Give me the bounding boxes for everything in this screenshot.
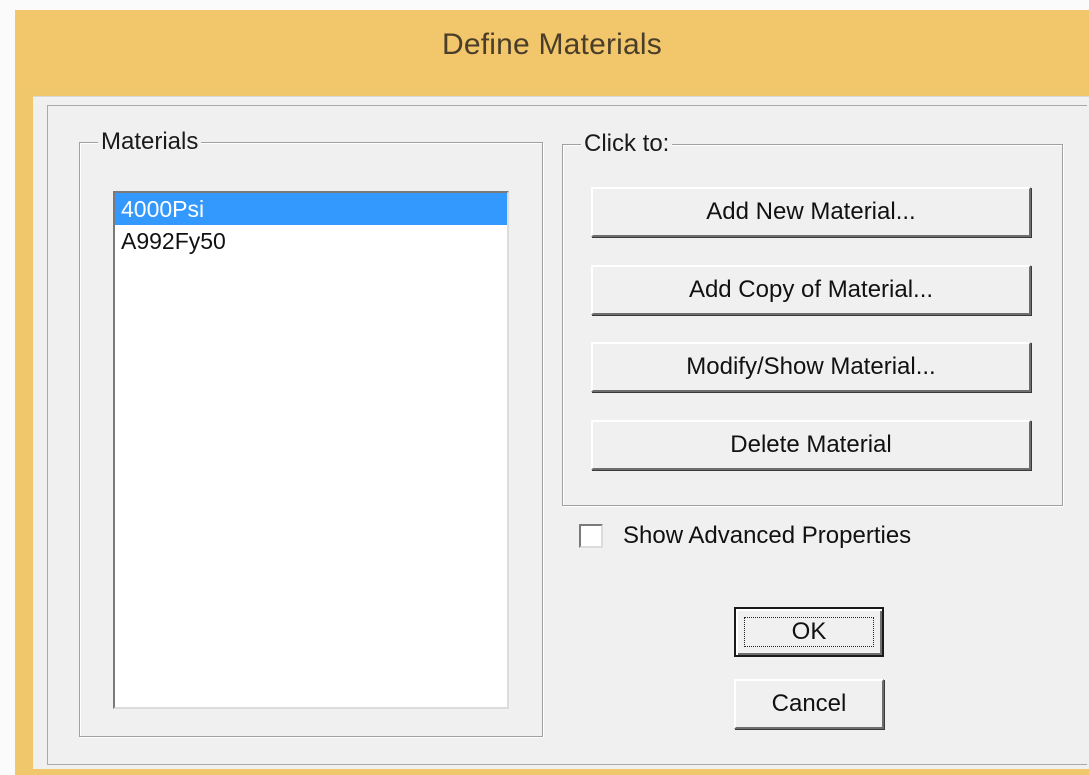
materials-listbox[interactable]: 4000Psi A992Fy50 [113,191,509,709]
define-materials-dialog: Define Materials Materials 4000Psi A992F… [15,10,1089,775]
show-advanced-properties-label[interactable]: Show Advanced Properties [623,522,911,550]
add-copy-of-material-button[interactable]: Add Copy of Material... [591,265,1031,315]
ok-button[interactable]: OK [734,607,884,657]
list-item-material[interactable]: 4000Psi [115,193,507,225]
dialog-title: Define Materials [442,28,662,61]
add-new-material-button[interactable]: Add New Material... [591,187,1031,237]
modify-show-material-button[interactable]: Modify/Show Material... [591,342,1031,392]
delete-material-button[interactable]: Delete Material [591,420,1031,470]
dialog-body: Materials 4000Psi A992Fy50 Click to: Add… [33,96,1089,769]
ok-button-label: OK [744,617,874,647]
title-bar[interactable]: Define Materials [15,10,1089,88]
show-advanced-properties-checkbox[interactable] [579,524,603,548]
click-to-group-label: Click to: [581,130,673,158]
cancel-button[interactable]: Cancel [734,679,884,729]
show-advanced-properties-row: Show Advanced Properties [579,519,911,553]
materials-group-label: Materials [98,128,202,156]
page: Define Materials Materials 4000Psi A992F… [0,0,1089,775]
click-to-groupbox: Click to: Add New Material... Add Copy o… [562,130,1063,506]
materials-groupbox: Materials 4000Psi A992Fy50 [79,128,543,737]
list-item-material[interactable]: A992Fy50 [115,225,507,257]
